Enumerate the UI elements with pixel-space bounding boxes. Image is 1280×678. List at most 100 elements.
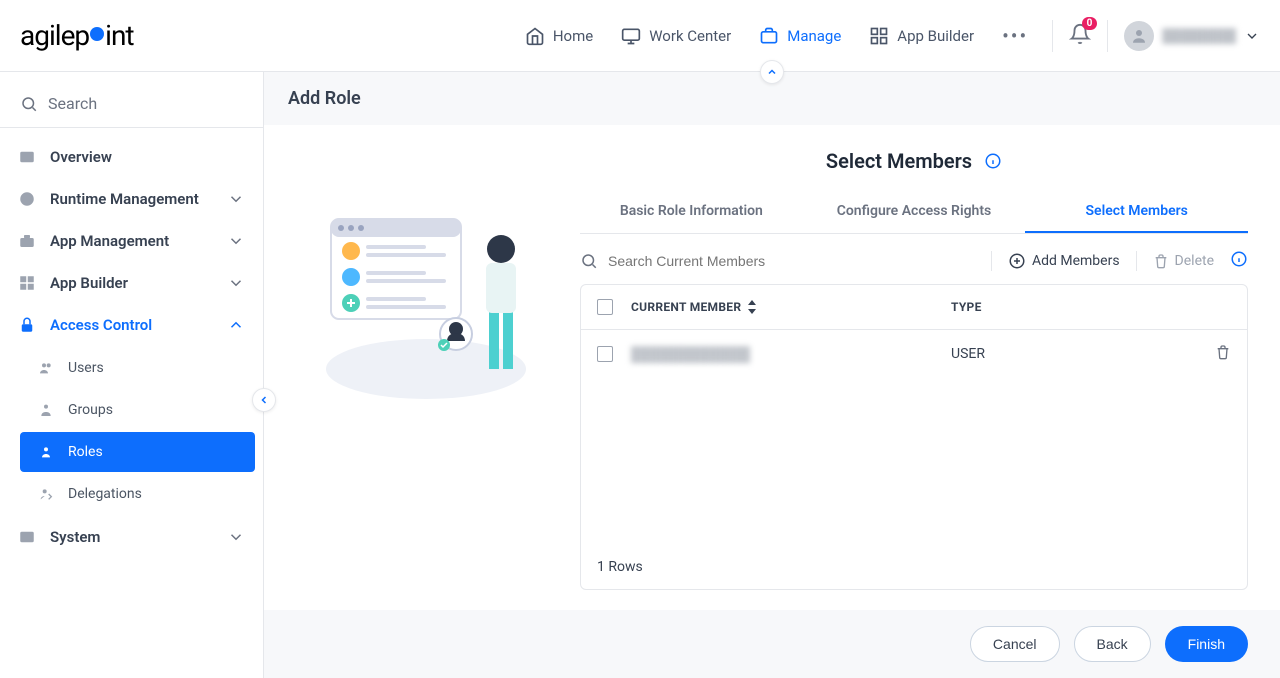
apps-icon: [869, 26, 889, 46]
add-members-button[interactable]: Add Members: [1008, 252, 1120, 270]
nav-manage[interactable]: Manage: [759, 26, 841, 46]
sidebar-item-app-builder[interactable]: App Builder: [0, 262, 263, 304]
members-toolbar: Add Members Delete: [580, 250, 1248, 272]
tab-basic-info[interactable]: Basic Role Information: [580, 191, 803, 233]
chevron-down-icon: [1244, 28, 1260, 44]
user-name-label: ████████: [1162, 28, 1236, 44]
nav-label: Home: [553, 27, 593, 45]
sidebar-item-access-control[interactable]: Access Control: [0, 304, 263, 346]
finish-button[interactable]: Finish: [1165, 626, 1248, 662]
role-icon: [38, 444, 54, 460]
table-row: ████████████ USER: [581, 330, 1247, 378]
sidebar-list: Overview Runtime Management App Manageme…: [0, 128, 263, 566]
monitor-icon: [621, 26, 641, 46]
group-icon: [38, 402, 54, 418]
chart-icon: [18, 148, 36, 166]
divider: [1052, 20, 1053, 52]
chevron-up-icon: [766, 66, 778, 78]
trash-icon: [1153, 253, 1169, 269]
search-icon: [580, 252, 598, 270]
members-search-input[interactable]: [608, 253, 808, 269]
sidebar-item-delegations[interactable]: Delegations: [20, 474, 255, 514]
nav-label: App Builder: [897, 27, 974, 45]
members-illustration: [311, 209, 541, 409]
sidebar-item-groups[interactable]: Groups: [20, 390, 255, 430]
row-delete-button[interactable]: [1215, 344, 1231, 364]
plus-circle-icon: [1008, 252, 1026, 270]
chevron-down-icon: [227, 274, 245, 292]
sidebar-item-system[interactable]: System: [0, 516, 263, 558]
chevron-down-icon: [227, 232, 245, 250]
briefcase-icon: [18, 232, 36, 250]
sidebar-item-overview[interactable]: Overview: [0, 136, 263, 178]
clock-icon: [18, 190, 36, 208]
nav-label: Manage: [787, 27, 841, 45]
toolbar-info-button[interactable]: [1230, 250, 1248, 272]
header-label: TYPE: [951, 300, 982, 314]
column-header-type[interactable]: TYPE: [951, 300, 1231, 314]
nav-app-builder[interactable]: App Builder: [869, 26, 974, 46]
sidebar-item-label: Users: [68, 360, 104, 376]
search-placeholder: Search: [48, 94, 97, 113]
logo-dot: [90, 27, 104, 41]
sidebar-item-label: Delegations: [68, 486, 142, 502]
notification-badge: 0: [1082, 17, 1098, 30]
nav-home[interactable]: Home: [525, 26, 593, 46]
sidebar-search[interactable]: Search: [0, 80, 263, 128]
sidebar-item-label: System: [50, 528, 100, 546]
sidebar-item-label: Groups: [68, 402, 113, 418]
top-nav: Home Work Center Manage App Builder •••: [525, 24, 1028, 48]
sidebar: Search Overview Runtime Management App M…: [0, 72, 264, 678]
select-all-cell: [597, 299, 631, 315]
divider: [1107, 20, 1108, 52]
nav-more[interactable]: •••: [1002, 24, 1028, 48]
wizard-panel: Select Members Basic Role Information Co…: [580, 149, 1248, 590]
sidebar-item-label: Roles: [68, 444, 103, 460]
header-right: 0 ████████: [1052, 20, 1260, 52]
delegation-icon: [38, 486, 54, 502]
delete-button[interactable]: Delete: [1153, 253, 1214, 269]
back-button[interactable]: Back: [1074, 626, 1151, 662]
illustration: [296, 149, 556, 590]
header-collapse-toggle[interactable]: [760, 60, 784, 84]
header-label: CURRENT MEMBER: [631, 300, 741, 314]
system-icon: [18, 528, 36, 546]
row-select-cell: [597, 346, 631, 362]
select-all-checkbox[interactable]: [597, 299, 613, 315]
chevron-down-icon: [227, 190, 245, 208]
sidebar-item-label: App Management: [50, 232, 169, 250]
tab-select-members[interactable]: Select Members: [1025, 191, 1248, 233]
add-members-label: Add Members: [1032, 253, 1120, 269]
nav-label: Work Center: [649, 27, 731, 45]
user-menu[interactable]: ████████: [1124, 21, 1260, 51]
members-search[interactable]: [580, 252, 975, 270]
section-title: Select Members: [580, 149, 1248, 173]
column-header-member[interactable]: CURRENT MEMBER: [631, 300, 951, 314]
separator: [991, 251, 992, 271]
sidebar-submenu: Users Groups Roles Delegations: [0, 348, 263, 514]
sidebar-item-label: Runtime Management: [50, 190, 199, 208]
tab-access-rights[interactable]: Configure Access Rights: [803, 191, 1026, 233]
notifications[interactable]: 0: [1069, 23, 1091, 49]
sidebar-item-label: Overview: [50, 148, 112, 166]
sidebar-item-app-mgmt[interactable]: App Management: [0, 220, 263, 262]
wizard-buttons: Cancel Back Finish: [264, 610, 1280, 678]
section-title-text: Select Members: [826, 149, 972, 173]
users-icon: [38, 360, 54, 376]
sidebar-item-users[interactable]: Users: [20, 348, 255, 388]
sidebar-item-roles[interactable]: Roles: [20, 432, 255, 472]
sidebar-collapse-toggle[interactable]: [252, 388, 276, 412]
avatar: [1124, 21, 1154, 51]
sidebar-item-runtime[interactable]: Runtime Management: [0, 178, 263, 220]
row-checkbox[interactable]: [597, 346, 613, 362]
grid-icon: [18, 274, 36, 292]
cancel-button[interactable]: Cancel: [970, 626, 1060, 662]
search-icon: [20, 95, 38, 113]
chevron-up-icon: [227, 316, 245, 334]
wizard-tabs: Basic Role Information Configure Access …: [580, 191, 1248, 234]
briefcase-icon: [759, 26, 779, 46]
nav-work-center[interactable]: Work Center: [621, 26, 731, 46]
sidebar-item-label: Access Control: [50, 316, 152, 334]
trash-icon: [1215, 344, 1231, 360]
info-icon[interactable]: [984, 152, 1002, 170]
